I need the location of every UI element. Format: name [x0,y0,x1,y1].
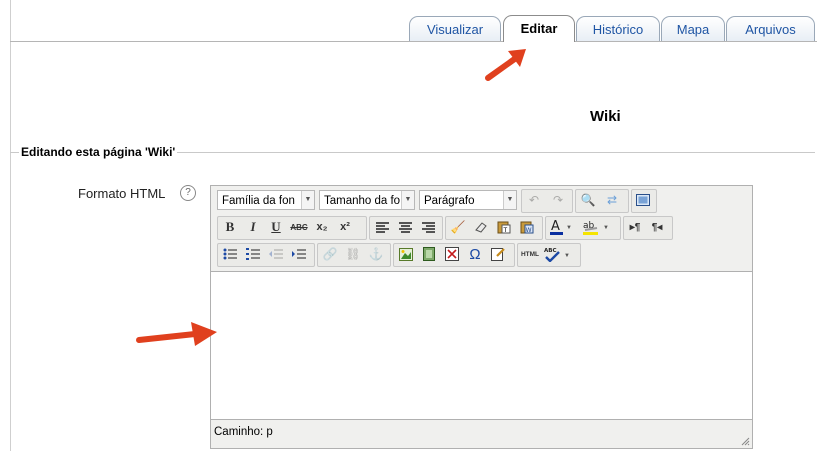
indent-icon[interactable] [289,244,309,264]
anchor-icon[interactable]: ⚓ [366,244,386,264]
clean-icon[interactable]: 🧹 [448,217,468,237]
spellcheck-label: ABC [544,248,557,254]
pointer-arrow-editor-icon [136,322,217,346]
align-center-icon[interactable] [395,217,415,237]
rtl-icon[interactable]: ¶◂ [647,217,667,237]
html-editor: Família da fon ▼ Tamanho da fo ▼ Parágra… [210,185,753,449]
numbered-list-icon[interactable] [243,244,263,264]
tab-visualizar[interactable]: Visualizar [409,16,501,41]
svg-text:T: T [503,227,508,234]
unlink-icon[interactable]: ⛓ [343,244,363,264]
undo-icon[interactable]: ↶ [524,190,544,210]
svg-text:▼: ▼ [603,225,609,231]
special-char-icon[interactable]: Ω [465,244,485,264]
subscript-button[interactable]: x₂ [312,217,332,237]
highlight-icon[interactable]: ab ▼ [581,217,615,237]
highlight-icon: ab ▼ [583,221,609,235]
outdent-icon[interactable] [266,244,286,264]
eraser-icon [475,222,487,233]
superscript-button[interactable]: x² [335,217,355,237]
align-left-icon [375,221,389,233]
svg-text:▼: ▼ [564,253,570,259]
chevron-down-icon: ▼ [401,191,414,209]
page-title: Wiki [590,108,621,125]
paste-word-icon: W [520,221,534,234]
font-size-value: Tamanho da fo [324,195,401,207]
ltr-icon[interactable]: ▸¶ [625,217,645,237]
block-format-select[interactable]: Parágrafo ▼ [419,190,517,210]
html-source-button[interactable]: HTML [520,244,540,264]
edit-icon [491,248,505,261]
align-left-icon[interactable] [372,217,392,237]
bold-button[interactable]: B [220,217,240,237]
form-legend: Editando esta página 'Wiki' [19,145,178,159]
paste-word-icon[interactable]: W [517,217,537,237]
underline-button[interactable]: U [266,217,286,237]
svg-text:A: A [551,219,560,234]
chevron-down-icon: ▼ [301,191,314,209]
toolbar-row-3: 🔗 ⛓ ⚓ Ω HTML ABC ▼ [215,242,751,267]
pointer-arrow-tab-icon [485,49,526,81]
toolbar-row-1: Família da fon ▼ Tamanho da fo ▼ Parágra… [215,188,751,213]
bullet-list-icon [223,248,237,260]
spellcheck-icon: ABC ▼ [544,248,570,262]
font-color-icon: A ▼ [550,219,572,235]
numbered-list-icon [246,248,260,260]
format-label: Formato HTML [78,186,166,201]
tab-editar[interactable]: Editar [503,15,575,42]
nolink-icon [445,247,459,261]
align-right-icon[interactable] [418,217,438,237]
align-center-icon [398,221,412,233]
align-right-icon [421,221,435,233]
media-icon [423,247,435,261]
find-icon[interactable]: 🔍 [578,190,598,210]
strikethrough-button[interactable]: ABC [289,217,309,237]
tab-arquivos[interactable]: Arquivos [726,16,815,41]
outdent-icon [269,249,283,259]
fullscreen-icon[interactable] [633,190,653,210]
editor-content-area[interactable] [211,271,752,420]
link-icon[interactable]: 🔗 [320,244,340,264]
paste-text-icon: T [497,221,511,234]
eraser-icon[interactable] [471,217,491,237]
paste-text-icon[interactable]: T [494,217,514,237]
image-icon[interactable] [396,244,416,264]
block-format-value: Parágrafo [424,195,475,207]
resize-handle-icon[interactable] [741,437,750,446]
svg-text:▼: ▼ [566,225,572,231]
redo-icon[interactable]: ↷ [548,190,568,210]
bullet-list-icon[interactable] [220,244,240,264]
font-color-icon[interactable]: A ▼ [548,217,578,237]
svg-text:W: W [526,227,532,234]
fullscreen-icon [636,194,650,206]
italic-button[interactable]: I [243,217,263,237]
media-icon[interactable] [419,244,439,264]
image-icon [399,247,413,261]
edit-icon[interactable] [488,244,508,264]
nolink-icon[interactable] [442,244,462,264]
tab-historico[interactable]: Histórico [576,16,660,41]
font-size-select[interactable]: Tamanho da fo ▼ [319,190,415,210]
spellcheck-icon[interactable]: ABC ▼ [543,244,575,264]
font-family-select[interactable]: Família da fon ▼ [217,190,315,210]
tab-mapa[interactable]: Mapa [661,16,725,41]
chevron-down-icon: ▼ [503,191,516,209]
help-icon[interactable]: ? [180,185,196,201]
editor-path-statusbar: Caminho: p [214,426,273,438]
font-family-value: Família da fon [222,195,295,207]
indent-icon [292,249,306,259]
replace-icon[interactable]: ⇄ [602,190,622,210]
toolbar-row-2: B I U ABC x₂ x² 🧹 T W A ▼ ab ▼ ▸¶ ¶◂ [215,215,751,240]
